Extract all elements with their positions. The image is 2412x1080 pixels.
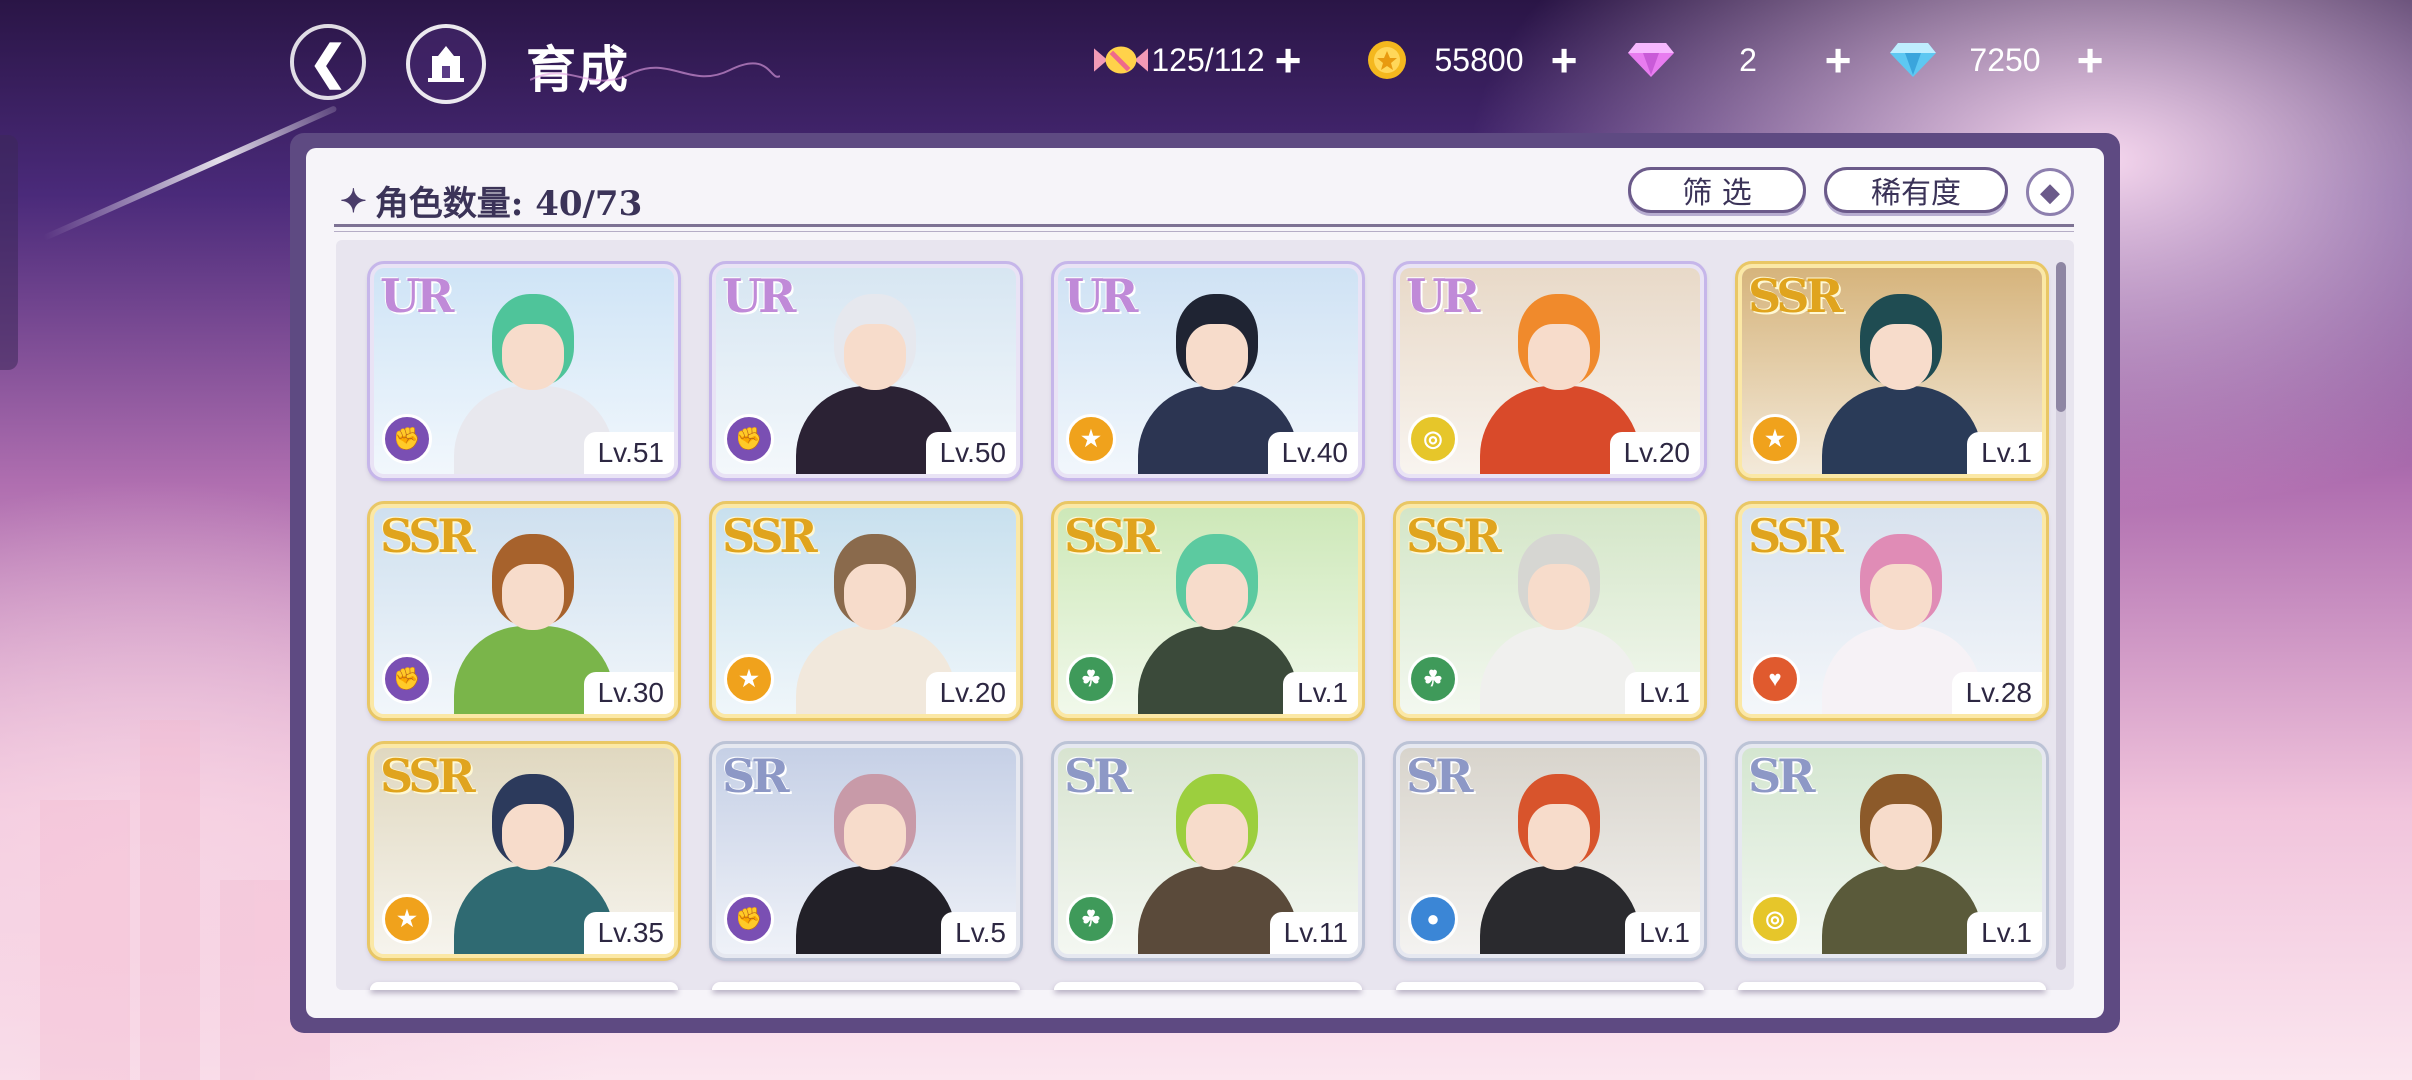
- character-card[interactable]: SR ☘ Lv.11: [1051, 741, 1365, 961]
- character-card[interactable]: SSR ☘ Lv.1: [1051, 501, 1365, 721]
- gold-resource: 55800 +: [1360, 36, 1584, 84]
- character-card[interactable]: UR ★ Lv.40: [1051, 261, 1365, 481]
- add-blue-diamond-button[interactable]: +: [2070, 37, 2110, 83]
- character-card[interactable]: UR ✊ Lv.50: [709, 261, 1023, 481]
- level-label: Lv.1: [1625, 912, 1700, 954]
- orange-element-icon: ★: [382, 894, 432, 944]
- level-label: Lv.40: [1267, 432, 1358, 474]
- rarity-badge: UR: [1064, 269, 1138, 323]
- rarity-badge: SR: [722, 749, 789, 803]
- level-label: Lv.35: [583, 912, 674, 954]
- character-count: ✦ 角色数量: 40/73: [340, 176, 642, 225]
- blue-diamond-resource: 7250 +: [1886, 36, 2110, 84]
- sparkle-icon: ✦: [340, 181, 367, 220]
- green-element-icon: ☘: [1066, 654, 1116, 704]
- sort-order-button[interactable]: ◆: [2026, 168, 2074, 216]
- blue-element-icon: ●: [1408, 894, 1458, 944]
- add-stamina-button[interactable]: +: [1268, 37, 1308, 83]
- character-card[interactable]: SR ✊ Lv.5: [709, 741, 1023, 961]
- yellow-element-icon: ◎: [1408, 414, 1458, 464]
- character-card-partial[interactable]: [1396, 982, 1704, 990]
- gold-value: 55800: [1434, 41, 1524, 78]
- rarity-badge: SSR: [1748, 509, 1844, 563]
- side-drawer-handle[interactable]: [0, 135, 18, 370]
- rarity-badge: SR: [1406, 749, 1473, 803]
- rarity-badge: UR: [380, 269, 454, 323]
- character-card-partial[interactable]: [1738, 982, 2046, 990]
- character-card-partial[interactable]: [370, 982, 678, 990]
- level-label: Lv.20: [925, 672, 1016, 714]
- character-count-label: 角色数量: 40/73: [374, 184, 643, 224]
- orange-element-icon: ★: [1750, 414, 1800, 464]
- candy-icon: [1094, 36, 1148, 84]
- grid-scrollbar[interactable]: [2056, 262, 2066, 970]
- purple-element-icon: ✊: [724, 414, 774, 464]
- sort-toggle-icon: ◆: [2040, 176, 2060, 207]
- level-label: Lv.11: [1269, 912, 1358, 954]
- rarity-badge: SR: [1748, 749, 1815, 803]
- purple-element-icon: ✊: [724, 894, 774, 944]
- rarity-badge: UR: [722, 269, 796, 323]
- character-card[interactable]: SSR ★ Lv.1: [1735, 261, 2049, 481]
- rarity-badge: SSR: [380, 749, 476, 803]
- orange-element-icon: ★: [724, 654, 774, 704]
- rarity-badge: UR: [1406, 269, 1480, 323]
- add-pink-diamond-button[interactable]: +: [1818, 37, 1858, 83]
- gold-coin-icon: [1360, 36, 1414, 84]
- character-card[interactable]: SSR ✊ Lv.30: [367, 501, 681, 721]
- castle-home-icon: [428, 46, 464, 82]
- stamina-resource: 125/112 +: [1094, 36, 1308, 84]
- character-card[interactable]: SSR ★ Lv.35: [367, 741, 681, 961]
- back-arrow-icon: ❮: [308, 36, 348, 88]
- title-flourish-decoration: [530, 62, 780, 82]
- character-card-partial[interactable]: [712, 982, 1020, 990]
- character-card[interactable]: SR ● Lv.1: [1393, 741, 1707, 961]
- character-card[interactable]: SSR ♥ Lv.28: [1735, 501, 2049, 721]
- level-label: Lv.51: [583, 432, 674, 474]
- purple-element-icon: ✊: [382, 414, 432, 464]
- pink-diamond-resource: 2 +: [1624, 36, 1858, 84]
- orange-element-icon: ★: [1066, 414, 1116, 464]
- back-button[interactable]: ❮: [290, 24, 366, 100]
- red-element-icon: ♥: [1750, 654, 1800, 704]
- green-element-icon: ☘: [1408, 654, 1458, 704]
- green-element-icon: ☘: [1066, 894, 1116, 944]
- rarity-badge: SSR: [380, 509, 476, 563]
- character-card[interactable]: UR ✊ Lv.51: [367, 261, 681, 481]
- level-label: Lv.1: [1625, 672, 1700, 714]
- home-button[interactable]: [406, 24, 486, 104]
- rarity-badge: SSR: [1064, 509, 1160, 563]
- blue-diamond-icon: [1886, 36, 1940, 84]
- level-label: Lv.20: [1609, 432, 1700, 474]
- scrollbar-thumb[interactable]: [2056, 262, 2066, 412]
- character-card[interactable]: UR ◎ Lv.20: [1393, 261, 1707, 481]
- level-label: Lv.28: [1951, 672, 2042, 714]
- character-card-partial[interactable]: [1054, 982, 1362, 990]
- level-label: Lv.5: [941, 912, 1016, 954]
- rarity-badge: SR: [1064, 749, 1131, 803]
- blue-diamond-value: 7250: [1969, 41, 2041, 78]
- header-divider-thin: [334, 231, 2074, 232]
- level-label: Lv.1: [1283, 672, 1358, 714]
- character-card[interactable]: SSR ★ Lv.20: [709, 501, 1023, 721]
- level-label: Lv.30: [583, 672, 674, 714]
- add-gold-button[interactable]: +: [1544, 37, 1584, 83]
- yellow-element-icon: ◎: [1750, 894, 1800, 944]
- character-card[interactable]: SR ◎ Lv.1: [1735, 741, 2049, 961]
- character-card[interactable]: SSR ☘ Lv.1: [1393, 501, 1707, 721]
- top-bar: ❮ 育成 125/112 + 55800 + 2 + 7250 +: [0, 0, 2412, 120]
- rarity-badge: SSR: [722, 509, 818, 563]
- pink-diamond-value: 2: [1739, 41, 1757, 78]
- level-label: Lv.50: [925, 432, 1016, 474]
- stamina-value: 125/112: [1151, 41, 1265, 78]
- filter-button[interactable]: 筛 选: [1628, 167, 1806, 213]
- rarity-badge: SSR: [1748, 269, 1844, 323]
- rarity-badge: SSR: [1406, 509, 1502, 563]
- header-divider: [334, 224, 2074, 227]
- rarity-sort-button[interactable]: 稀有度: [1824, 167, 2008, 213]
- purple-element-icon: ✊: [382, 654, 432, 704]
- level-label: Lv.1: [1967, 912, 2042, 954]
- pink-diamond-icon: [1624, 36, 1678, 84]
- level-label: Lv.1: [1967, 432, 2042, 474]
